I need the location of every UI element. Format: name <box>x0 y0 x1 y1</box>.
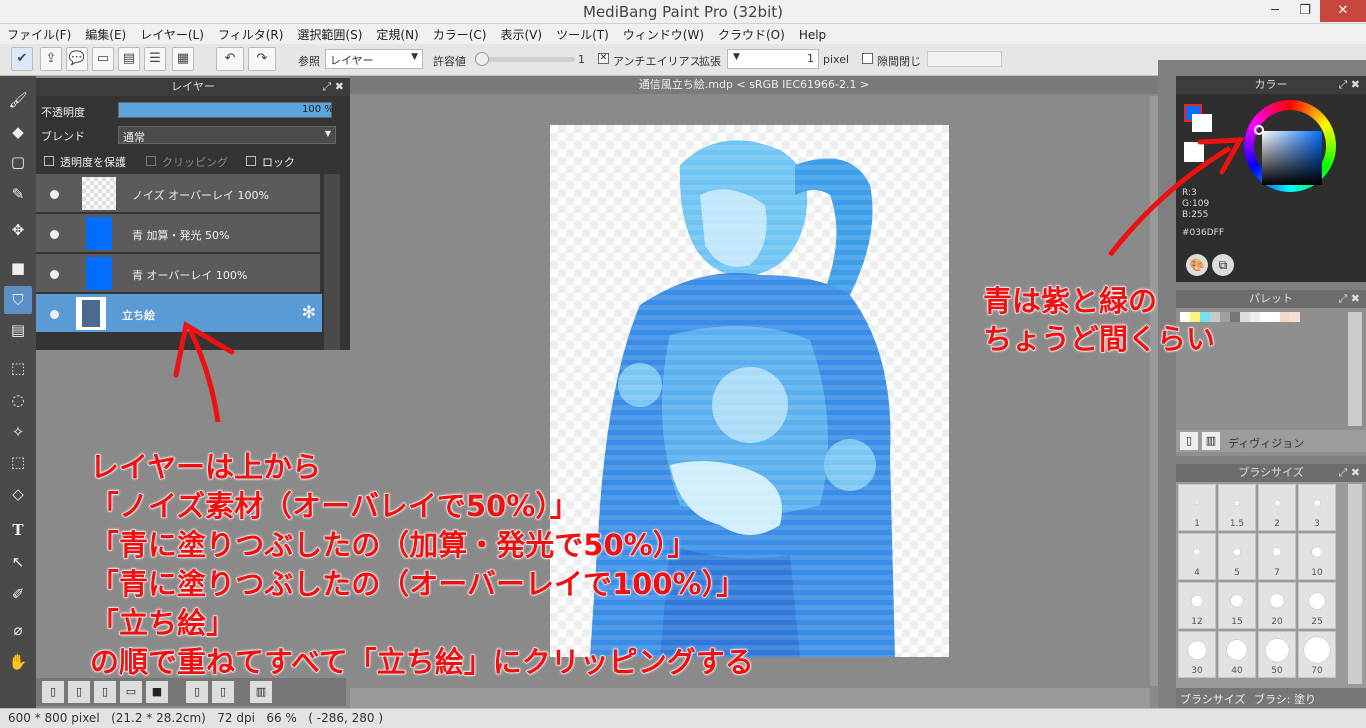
annotation-main-line: 「立ち絵」 <box>90 606 236 641</box>
annotation-main-line: の順で重ねてすべて「立ち絵」にクリッピングする <box>90 645 755 680</box>
annotation-main: レイヤーは上から 「ノイズ素材（オーバレイで50%）」 「青に塗りつぶしたの（加… <box>90 448 755 682</box>
annotation-main-line: 「青に塗りつぶしたの（オーバーレイで100%）」 <box>90 567 746 602</box>
annotation-main-line: 「青に塗りつぶしたの（加算・発光で50%）」 <box>90 528 697 563</box>
arrow-to-color-wheel <box>1108 145 1232 257</box>
annotation-right-line: 青は紫と緑の <box>982 284 1158 319</box>
annotation-main-line: レイヤーは上から <box>90 450 322 485</box>
annotation-right-line: ちょうど間くらい <box>982 322 1216 357</box>
annotation-main-line: 「ノイズ素材（オーバレイで50%）」 <box>90 489 580 524</box>
annotation-right: 青は紫と緑の ちょうど間くらい <box>982 282 1216 358</box>
